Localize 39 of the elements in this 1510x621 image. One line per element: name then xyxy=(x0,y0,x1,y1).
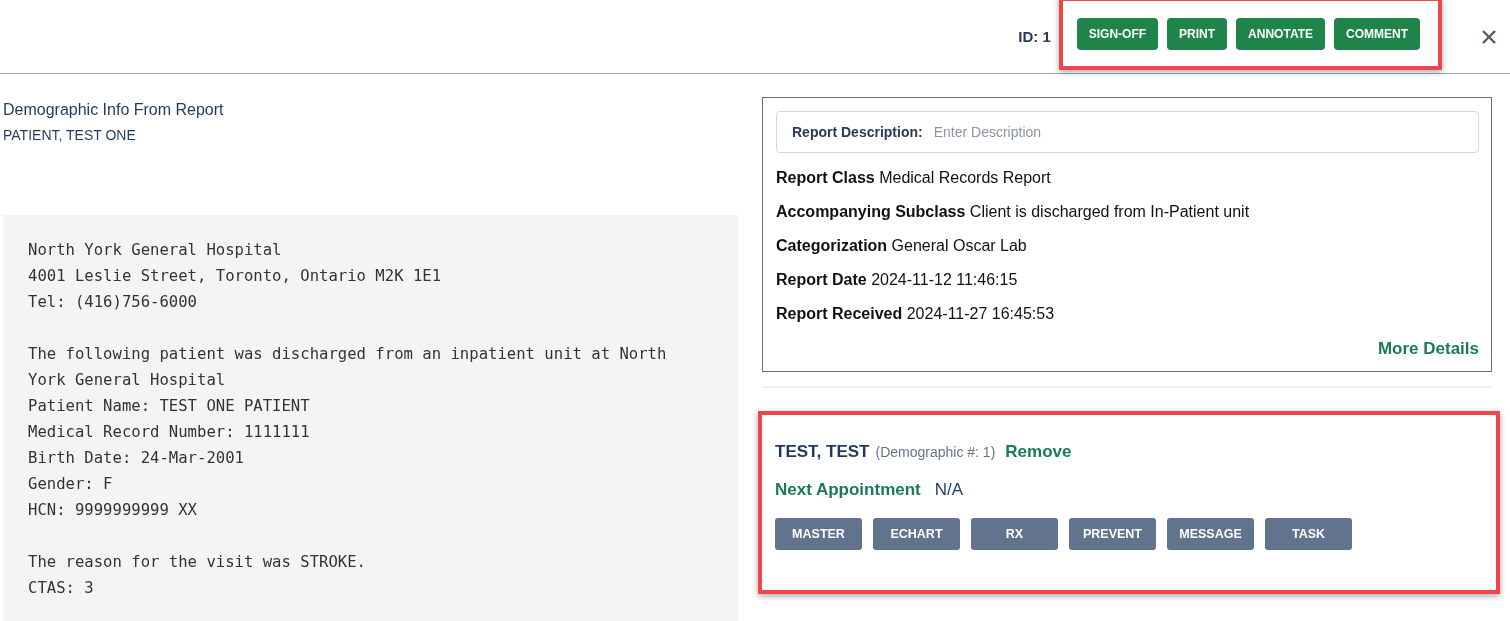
action-button[interactable]: SIGN-OFF xyxy=(1076,18,1159,50)
detail-row-text: Report Received 2024-11-27 16:45:53 xyxy=(776,304,1056,323)
detail-row-text: Report Date 2024-11-12 11:46:15 xyxy=(776,270,1019,289)
detail-row-text: Report Class Medical Records Report xyxy=(776,168,1052,187)
patient-action-button[interactable]: TASK xyxy=(1265,518,1352,550)
report-line: Tel: (416)756-6000 xyxy=(28,292,198,313)
patient-action-button[interactable]: PREVENT xyxy=(1069,518,1156,550)
description-field[interactable]: Report Description: Enter Description xyxy=(776,111,1479,153)
close-icon[interactable] xyxy=(1482,29,1496,44)
action-button[interactable]: ANNOTATE xyxy=(1236,18,1325,50)
report-line: Birth Date: 24-Mar-2001 xyxy=(28,448,245,469)
report-line: Gender: F xyxy=(28,474,114,495)
field-label: Report Description: xyxy=(792,124,923,140)
remove-link[interactable]: Remove xyxy=(1005,442,1072,462)
patient-action-button[interactable]: RX xyxy=(971,518,1058,550)
detail-row-text: Categorization General Oscar Lab xyxy=(776,236,1028,255)
report-line: York General Hospital xyxy=(28,370,227,391)
action-button[interactable]: PRINT xyxy=(1167,18,1228,50)
report-line: HCN: 9999999999 XX xyxy=(28,500,198,521)
report-line: The following patient was discharged from an inpatient unit at North xyxy=(28,344,668,365)
patient-name: TEST, TEST xyxy=(775,442,870,462)
patient-action-button[interactable]: MASTER xyxy=(775,518,862,550)
patient-name: PATIENT, TEST ONE xyxy=(3,127,137,143)
demographic-number: (Demographic #: 1) xyxy=(875,444,996,460)
appointment-label: Next Appointment xyxy=(775,480,921,500)
detail-row-text: Accompanying Subclass Client is discharged from In-Patient unit xyxy=(776,202,1251,221)
report-line: CTAS: 3 xyxy=(28,578,95,599)
action-button[interactable]: COMMENT xyxy=(1334,18,1420,50)
report-line: The reason for the visit was STROKE. xyxy=(28,552,367,573)
section-heading: Demographic Info From Report xyxy=(3,101,225,119)
report-line: Medical Record Number: 1111111 xyxy=(28,422,311,443)
report-id: ID: 1 xyxy=(1018,28,1051,45)
patient-action-button[interactable]: ECHART xyxy=(873,518,960,550)
report-line: 4001 Leslie Street, Toronto, Ontario M2K 1E1 xyxy=(28,266,443,287)
patient-action-button[interactable]: MESSAGE xyxy=(1167,518,1254,550)
more-details-link[interactable]: More Details xyxy=(1377,339,1479,359)
appointment-value: N/A xyxy=(934,480,964,500)
report-line: Patient Name: TEST ONE PATIENT xyxy=(28,396,311,417)
report-line: North York General Hospital xyxy=(28,240,283,261)
